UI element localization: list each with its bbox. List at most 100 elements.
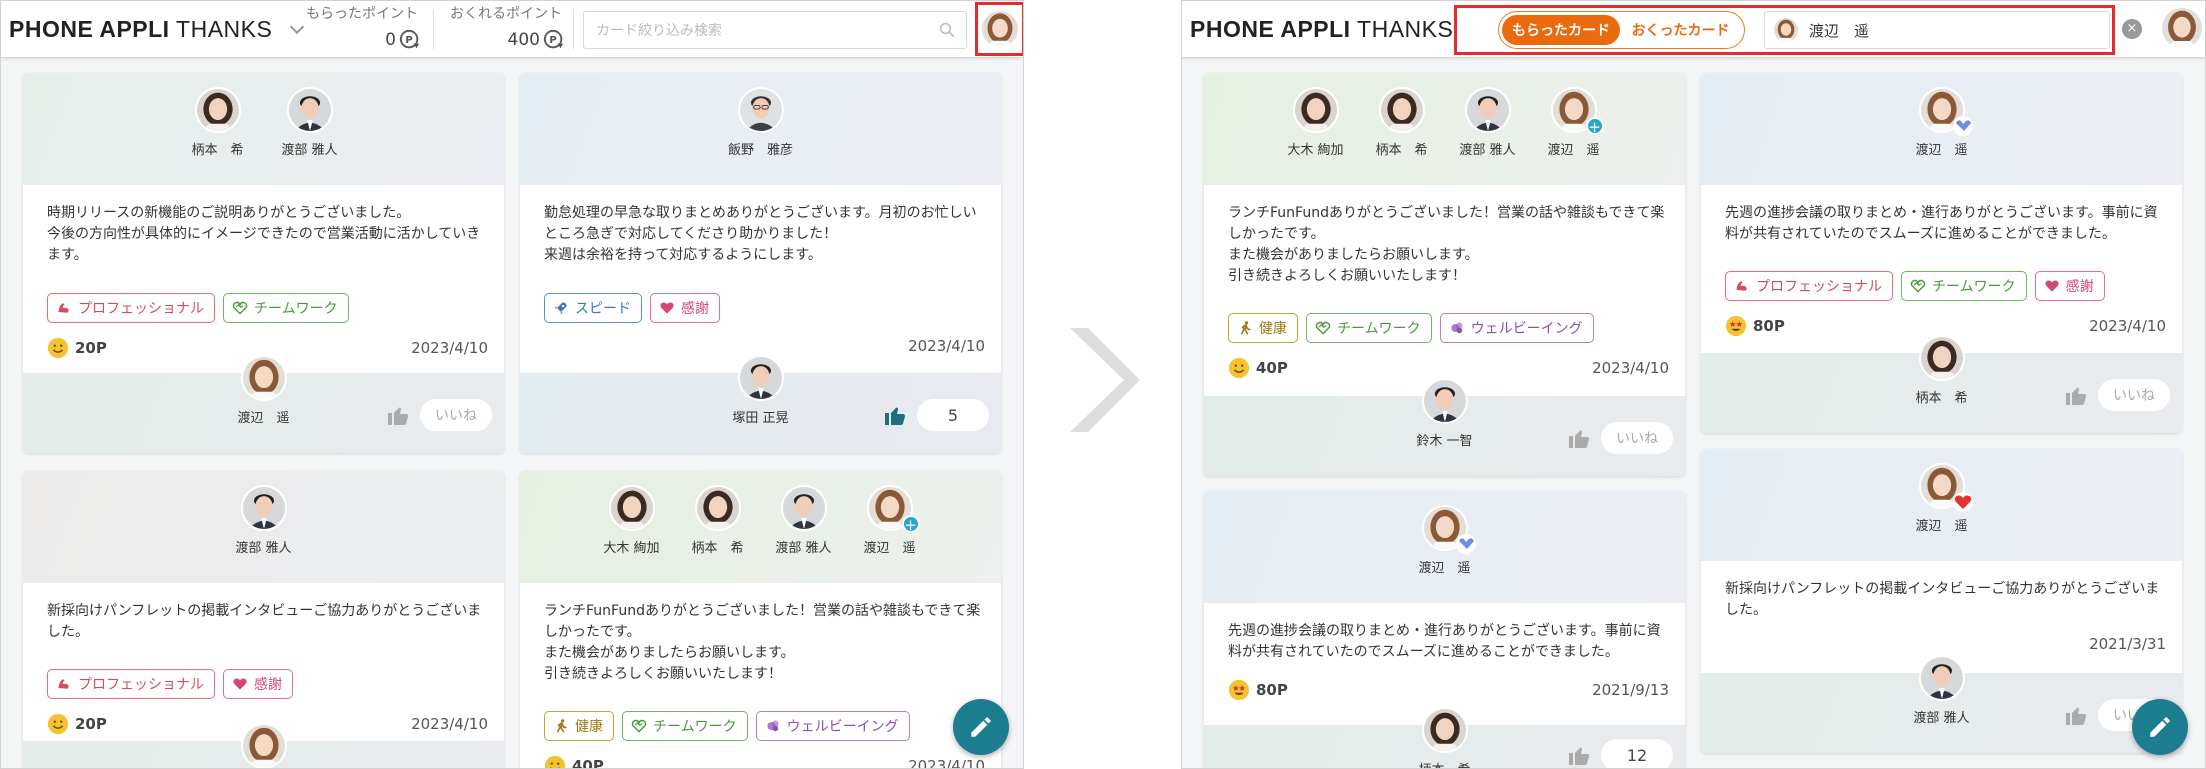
star-eyes-emoji-icon	[1725, 315, 1747, 337]
tag-health[interactable]: 健康	[544, 711, 614, 741]
receiver[interactable]: 渡辺 遥	[237, 355, 290, 426]
tag-health[interactable]: 健康	[1228, 313, 1298, 343]
pen-icon	[2147, 714, 2173, 740]
like-count[interactable]: 12	[1601, 739, 1673, 768]
write-card-button[interactable]	[953, 699, 1009, 755]
thumbs-up-icon[interactable]	[386, 403, 410, 427]
sender[interactable]: 渡辺 遥	[1910, 463, 1974, 534]
sender[interactable]: 渡部 雅人	[232, 485, 296, 556]
sendable-points: おくれるポイント 400	[447, 3, 565, 51]
thumbs-up-icon[interactable]	[1567, 743, 1591, 767]
like-button[interactable]: いいね	[2098, 379, 2170, 411]
thumbs-up-icon[interactable]	[2064, 703, 2088, 727]
sender[interactable]: 渡部 雅人	[1456, 87, 1520, 158]
sender[interactable]: 大木 絢加	[600, 485, 664, 556]
card-receiver: 渡辺 遥 いいね	[23, 355, 504, 453]
like-count[interactable]: 5	[917, 399, 989, 431]
thumbs-up-icon[interactable]	[883, 403, 907, 427]
smile-emoji-icon	[47, 337, 69, 359]
tag-teamwork[interactable]: チームワーク	[622, 711, 748, 741]
sender[interactable]: 渡部 雅人	[278, 87, 342, 158]
tag-professional[interactable]: プロフェッショナル	[47, 669, 215, 699]
thanks-card[interactable]: 渡辺 遥 先週の進捗会議の取りまとめ・進行ありがとうございます。事前に資料が共有…	[1204, 491, 1685, 768]
receiver[interactable]: 柄本 希	[1418, 707, 1471, 768]
wellbeing-icon	[765, 718, 781, 734]
like-button[interactable]: いいね	[1601, 422, 1673, 454]
card-points-row: 2021/3/31	[2089, 635, 2166, 653]
avatar	[780, 485, 827, 531]
receiver[interactable]: 渡部 雅人	[1913, 655, 1970, 726]
tag-teamwork[interactable]: チームワーク	[1901, 271, 2027, 301]
tag-thanks[interactable]: 感謝	[223, 669, 293, 699]
sender[interactable]: 飯野 雅彦	[728, 87, 793, 158]
thanks-card[interactable]: 渡辺 遥 新採向けパンフレットの掲載インタビューご協力ありがとうございました。 …	[1701, 449, 2182, 753]
card-search-input[interactable]: カード絞り込み検索	[583, 11, 967, 49]
avatar	[1421, 707, 1468, 753]
tag-professional[interactable]: プロフェッショナル	[1725, 271, 1893, 301]
thanks-card[interactable]: 飯野 雅彦 勤怠処理の早急な取りまとめありがとうございます。月初のお忙しいところ…	[520, 73, 1001, 453]
avatar	[1378, 87, 1425, 133]
right-screen: PHONE APPLI THANKS もらったカード おくったカード 渡辺 遥 …	[1181, 0, 2206, 769]
muscle-icon	[56, 300, 72, 316]
brand-logo[interactable]: PHONE APPLI THANKS	[1190, 16, 1453, 43]
receiver[interactable]: 鈴木 一智	[1416, 378, 1473, 449]
sender[interactable]: 柄本 希	[186, 87, 250, 158]
tag-thanks[interactable]: 感謝	[2034, 271, 2105, 301]
point-coin-icon	[543, 29, 565, 51]
thanks-card[interactable]: 渡辺 遥 先週の進捗会議の取りまとめ・進行ありがとうございます。事前に資料が共有…	[1701, 73, 2182, 433]
clear-filter-icon[interactable]: ×	[2122, 19, 2142, 39]
heart-badge-icon	[1952, 491, 1974, 513]
card-receiver: 塚田 正晃 5	[520, 355, 1001, 453]
sender[interactable]: 渡辺 遥	[1413, 505, 1477, 576]
tag-speed[interactable]: スピード	[544, 293, 642, 323]
avatar	[1464, 87, 1511, 133]
thanks-card[interactable]: 柄本 希 渡部 雅人 時期リリースの新機能のご説明ありがとうございました。 今後…	[23, 73, 504, 453]
receiver[interactable]: 柄本 希	[1915, 335, 1968, 406]
sender[interactable]: + 渡辺 遥	[1542, 87, 1606, 158]
heart-icon	[232, 676, 248, 692]
sender[interactable]: 渡辺 遥	[1910, 87, 1974, 158]
user-avatar-highlight[interactable]	[975, 2, 1023, 56]
sender[interactable]: 渡部 雅人	[772, 485, 836, 556]
search-icon[interactable]	[938, 21, 956, 39]
tag-wellbeing[interactable]: ウェルビーイング	[755, 711, 910, 741]
tag-professional[interactable]: プロフェッショナル	[47, 293, 215, 323]
tag-teamwork[interactable]: チームワーク	[223, 293, 349, 323]
tag-teamwork[interactable]: チームワーク	[1306, 313, 1432, 343]
tab-sent-cards[interactable]: おくったカード	[1620, 20, 1741, 40]
card-points-row: 80P 2021/9/13	[1228, 679, 1669, 701]
sender[interactable]: 柄本 希	[1370, 87, 1434, 158]
tab-received-cards[interactable]: もらったカード	[1502, 15, 1620, 45]
thumbs-up-icon[interactable]	[1567, 426, 1591, 450]
card-message: 新採向けパンフレットの掲載インタビューご協力ありがとうございました。	[47, 603, 482, 640]
teamwork-badge-icon	[1455, 533, 1477, 555]
teamwork-icon	[1910, 278, 1926, 294]
muscle-icon	[56, 676, 72, 692]
add-icon[interactable]: +	[1585, 117, 1604, 136]
thanks-card[interactable]: 大木 絢加 柄本 希 渡部 雅人 + 渡辺 遥 ランチFunFundありがとうござ…	[1204, 73, 1685, 476]
like-area: いいね	[2064, 379, 2170, 411]
sender[interactable]: 柄本 希	[686, 485, 750, 556]
divider	[573, 9, 574, 49]
tag-thanks[interactable]: 感謝	[650, 293, 720, 323]
thanks-card[interactable]: 大木 絢加 柄本 希 渡部 雅人 + 渡辺 遥 ランチFunFundありがとうござ…	[520, 471, 1001, 768]
like-button[interactable]: いいね	[420, 399, 492, 431]
add-icon[interactable]: +	[901, 515, 920, 534]
tag-wellbeing[interactable]: ウェルビーイング	[1439, 313, 1594, 343]
write-card-button[interactable]	[2132, 699, 2188, 755]
brand-logo[interactable]: PHONE APPLI THANKS	[9, 16, 272, 43]
thanks-card[interactable]: 渡部 雅人 新採向けパンフレットの掲載インタビューご協力ありがとうございました。…	[23, 471, 504, 768]
receiver[interactable]: 塚田 正晃	[732, 355, 789, 426]
card-senders: 渡辺 遥	[1204, 491, 1685, 603]
heart-icon	[659, 300, 675, 316]
receiver[interactable]	[240, 723, 287, 768]
sender[interactable]: + 渡辺 遥	[858, 485, 922, 556]
avatar[interactable]	[2160, 6, 2204, 50]
thumbs-up-icon[interactable]	[2064, 383, 2088, 407]
teamwork-icon	[1315, 320, 1331, 336]
sender[interactable]: 大木 絢加	[1284, 87, 1348, 158]
user-filter-input[interactable]: 渡辺 遥	[1764, 11, 2110, 49]
card-type-toggle[interactable]: もらったカード おくったカード	[1498, 11, 1745, 49]
avatar[interactable]	[980, 9, 1020, 49]
avatar	[194, 87, 241, 133]
